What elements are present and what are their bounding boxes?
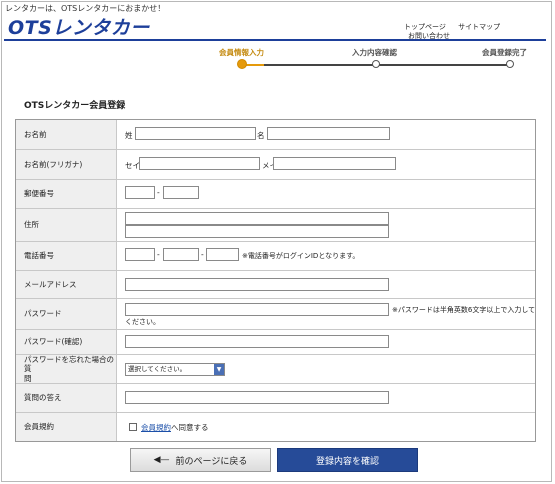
confirm-button-label: 登録内容を確認 xyxy=(315,456,379,467)
step-3-dot xyxy=(506,60,514,68)
phone-separator-2: - xyxy=(201,250,204,259)
chevron-down-icon[interactable]: ▼ xyxy=(214,364,224,375)
terms-suffix: へ同意する xyxy=(171,423,209,432)
form-row-name: お名前 姓 名 xyxy=(16,120,535,150)
confirm-button[interactable]: 登録内容を確認 xyxy=(277,448,418,472)
form-row-postal: 郵便番号 - xyxy=(16,180,535,209)
password-input[interactable] xyxy=(125,303,389,316)
top-link-sitemap[interactable]: サイトマップ xyxy=(458,23,500,31)
first-name-label: 名 xyxy=(257,131,265,140)
password-note-line1: ※パスワードは半角英数6文字以上で入力して xyxy=(392,306,536,314)
row-label: パスワード(確認) xyxy=(16,330,117,354)
postal-separator: - xyxy=(157,188,160,197)
row-label: 電話番号 xyxy=(16,242,117,270)
secret-question-select[interactable]: 選択してください。 ▼ xyxy=(125,363,225,376)
ots-logo[interactable]: OTSレンタカー xyxy=(8,13,150,40)
password-confirm-input[interactable] xyxy=(125,335,389,348)
registration-form: お名前 姓 名 お名前(フリガナ) セイ メイ 郵便番号 - 住所 電話番号 -… xyxy=(15,119,536,442)
form-row-phone: 電話番号 - - ※電話番号がログインIDとなります。 xyxy=(16,242,535,271)
last-name-input[interactable] xyxy=(135,127,256,140)
row-label: お名前 xyxy=(16,120,117,149)
form-row-terms: 会員規約 会員規約へ同意する xyxy=(16,413,535,441)
phone-part-1[interactable] xyxy=(125,248,155,261)
email-input[interactable] xyxy=(125,278,389,291)
phone-part-2[interactable] xyxy=(163,248,199,261)
form-title: OTSレンタカー会員登録 xyxy=(24,101,126,111)
row-label: 会員規約 xyxy=(16,413,117,441)
step-1-dot xyxy=(237,59,247,69)
secret-answer-input[interactable] xyxy=(125,391,389,404)
last-kana-input[interactable] xyxy=(139,157,260,170)
left-arrow-icon: ◀— xyxy=(153,455,170,465)
form-row-secret-answer: 質問の答え xyxy=(16,384,535,413)
form-row-kana: お名前(フリガナ) セイ メイ xyxy=(16,150,535,180)
back-button-label: 前のページに戻る xyxy=(175,456,248,467)
back-button[interactable]: ◀— 前のページに戻る xyxy=(130,448,271,472)
last-kana-label: セイ xyxy=(125,161,140,170)
form-row-address: 住所 xyxy=(16,209,535,242)
postal-code-second[interactable] xyxy=(163,186,199,199)
row-label: お名前(フリガナ) xyxy=(16,150,117,179)
phone-note: ※電話番号がログインIDとなります。 xyxy=(242,252,360,260)
address-line-2[interactable] xyxy=(125,225,389,238)
step-progress-active xyxy=(244,64,264,66)
row-label: メールアドレス xyxy=(16,271,117,298)
password-note-line2: ください。 xyxy=(125,318,160,326)
secret-question-selected: 選択してください。 xyxy=(128,365,187,373)
first-name-input[interactable] xyxy=(267,127,390,140)
postal-code-first[interactable] xyxy=(125,186,155,199)
phone-part-3[interactable] xyxy=(206,248,239,261)
terms-link[interactable]: 会員規約 xyxy=(141,423,171,432)
step-3-label: 会員登録完了 xyxy=(482,48,527,57)
step-2-label: 入力内容確認 xyxy=(352,48,397,57)
step-1-label: 会員情報入力 xyxy=(219,48,264,57)
form-row-email: メールアドレス xyxy=(16,271,535,299)
last-name-label: 姓 xyxy=(125,131,133,140)
top-link-contact[interactable]: お問い合わせ xyxy=(408,31,450,41)
row-label: 質問の答え xyxy=(16,384,117,412)
form-row-secret-question: パスワードを忘れた場合の質 問 選択してください。 ▼ xyxy=(16,355,535,384)
row-label: 住所 xyxy=(16,209,117,241)
step-2-dot xyxy=(372,60,380,68)
phone-separator-1: - xyxy=(157,250,160,259)
first-kana-input[interactable] xyxy=(273,157,396,170)
row-label: パスワード xyxy=(16,299,117,329)
row-label: 郵便番号 xyxy=(16,180,117,208)
header-divider xyxy=(4,39,546,41)
terms-checkbox[interactable] xyxy=(129,423,137,431)
form-row-password-confirm: パスワード(確認) xyxy=(16,330,535,355)
row-label: パスワードを忘れた場合の質 問 xyxy=(16,355,117,383)
address-line-1[interactable] xyxy=(125,212,389,225)
top-link-home[interactable]: トップページ xyxy=(404,23,446,31)
form-row-password: パスワード ※パスワードは半角英数6文字以上で入力して ください。 xyxy=(16,299,535,330)
